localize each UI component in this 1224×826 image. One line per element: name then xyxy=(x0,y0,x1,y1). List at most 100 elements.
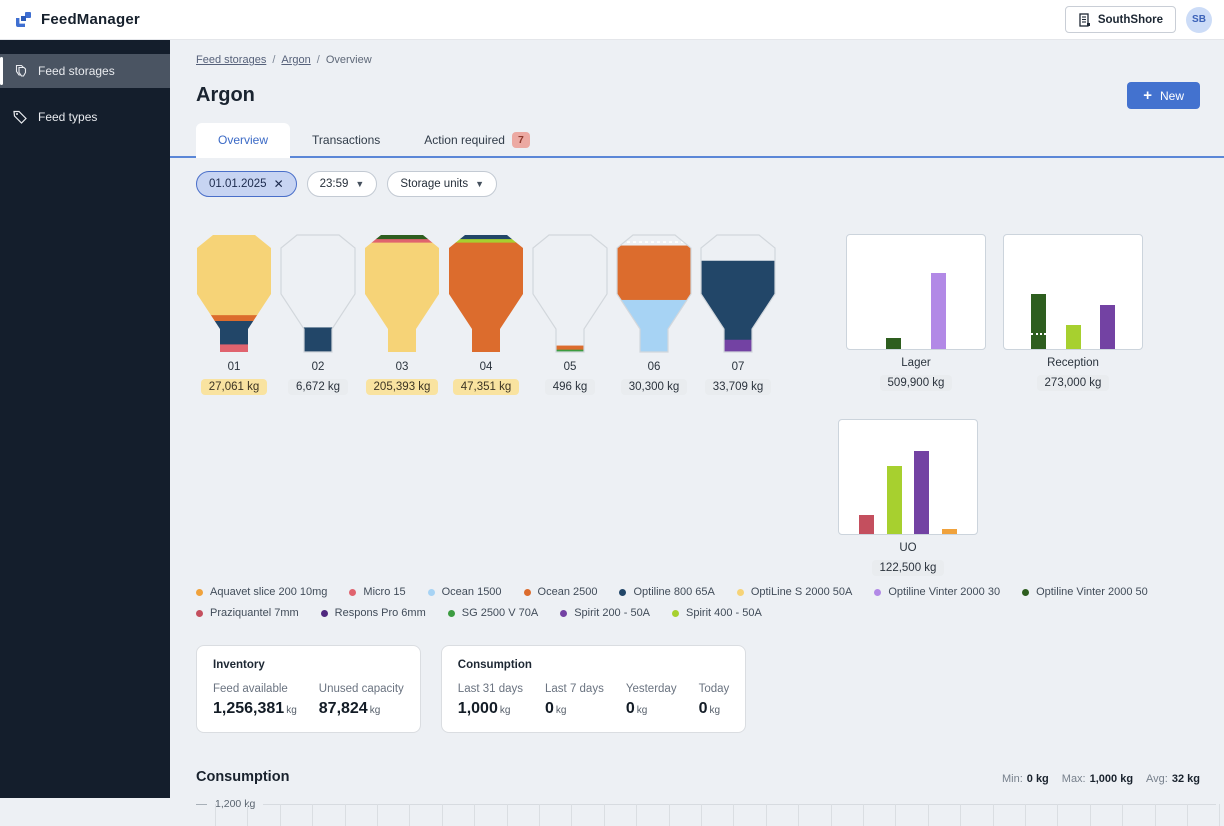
legend-label: Micro 15 xyxy=(363,586,405,598)
organization-label: SouthShore xyxy=(1098,14,1163,26)
consumption-stat: Min: 0 kg xyxy=(1002,773,1049,785)
tab-bar: Overview Transactions Action required 7 xyxy=(196,123,1200,158)
storage-label: Lager xyxy=(901,357,930,369)
legend-item[interactable]: Optiline 800 65A xyxy=(619,586,714,598)
metric-value: 0 kg xyxy=(699,700,730,718)
chart-gridline xyxy=(895,804,896,826)
storage-chart-col-reception: Reception 273,000 kg xyxy=(1003,234,1143,391)
tab-overview[interactable]: Overview xyxy=(196,123,290,158)
legend-label: Spirit 200 - 50A xyxy=(574,607,650,619)
metric-value: 1,000 kg xyxy=(458,700,523,718)
legend-label: Praziquantel 7mm xyxy=(210,607,299,619)
metric-label: Last 31 days xyxy=(458,683,523,695)
legend-color-dot xyxy=(524,589,531,596)
legend-item[interactable]: Ocean 2500 xyxy=(524,586,598,598)
chart-gridline xyxy=(1155,804,1156,826)
legend-color-dot xyxy=(321,610,328,617)
legend-label: Ocean 1500 xyxy=(442,586,502,598)
storage-chart[interactable] xyxy=(846,234,986,350)
tab-label: Action required xyxy=(424,133,505,147)
storage-label: Reception xyxy=(1047,357,1099,369)
legend-item[interactable]: Optiline Vinter 2000 30 xyxy=(874,586,1000,598)
chart-gridline xyxy=(474,804,475,826)
main-content: Feed storages / Argon / Overview Argon +… xyxy=(170,40,1224,798)
chart-gridline xyxy=(960,804,961,826)
sidebar-item-label: Feed types xyxy=(38,110,97,124)
sidebar-item-feed-storages[interactable]: Feed storages xyxy=(0,54,170,88)
silo-graphic xyxy=(280,234,356,354)
silo-unit-05[interactable]: 05 496 kg xyxy=(532,234,608,395)
silo-unit-06[interactable]: 06 30,300 kg xyxy=(616,234,692,395)
capacity-marker xyxy=(1031,333,1046,335)
legend-item[interactable]: Praziquantel 7mm xyxy=(196,607,299,619)
chart-gridline xyxy=(312,804,313,826)
chart-gridline xyxy=(247,804,248,826)
metric-label: Unused capacity xyxy=(319,683,404,695)
legend-item[interactable]: Spirit 200 - 50A xyxy=(560,607,650,619)
tab-action-required[interactable]: Action required 7 xyxy=(402,123,552,158)
legend-color-dot xyxy=(619,589,626,596)
silo-unit-04[interactable]: 04 47,351 kg xyxy=(448,234,524,395)
legend-item[interactable]: Micro 15 xyxy=(349,586,405,598)
storage-units-filter-chip[interactable]: Storage units ▼ xyxy=(387,171,497,197)
storage-chart[interactable] xyxy=(838,419,978,535)
legend-item[interactable]: Aquavet slice 200 10mg xyxy=(196,586,327,598)
silo-unit-02[interactable]: 02 6,672 kg xyxy=(280,234,356,395)
chart-gridline xyxy=(539,804,540,826)
silo-value-badge: 30,300 kg xyxy=(621,379,688,395)
stat-label: Avg: xyxy=(1146,773,1168,785)
top-bar: FeedManager SouthShore SB xyxy=(0,0,1224,40)
app-logo-icon xyxy=(14,10,33,29)
legend-label: Optiline Vinter 2000 30 xyxy=(888,586,1000,598)
consumption-section-header: Consumption Min: 0 kg Max: 1,000 kg Avg:… xyxy=(196,769,1200,785)
storage-chart[interactable] xyxy=(1003,234,1143,350)
chart-gridline xyxy=(377,804,378,826)
legend-item[interactable]: Respons Pro 6mm xyxy=(321,607,426,619)
chart-gridline xyxy=(215,804,216,826)
time-filter-chip[interactable]: 23:59 ▼ xyxy=(307,171,378,197)
app-title: FeedManager xyxy=(41,11,140,28)
organization-button[interactable]: SouthShore xyxy=(1065,6,1176,33)
tab-label: Overview xyxy=(218,133,268,147)
legend-color-dot xyxy=(874,589,881,596)
legend-item[interactable]: Ocean 1500 xyxy=(428,586,502,598)
feed-bar xyxy=(859,515,874,534)
breadcrumb-argon[interactable]: Argon xyxy=(281,54,310,66)
legend-item[interactable]: Spirit 400 - 50A xyxy=(672,607,762,619)
date-filter-chip[interactable]: 01.01.2025 ✕ xyxy=(196,171,297,197)
inventory-card: Inventory Feed available 1,256,381 kg Un… xyxy=(196,645,421,733)
legend-color-dot xyxy=(1022,589,1029,596)
consumption-card-title: Consumption xyxy=(458,659,729,671)
silo-unit-07[interactable]: 07 33,709 kg xyxy=(700,234,776,395)
metric-value: 0 kg xyxy=(626,700,677,718)
silo-value-badge: 496 kg xyxy=(545,379,596,395)
chart-gridline xyxy=(831,804,832,826)
silo-value-badge: 33,709 kg xyxy=(705,379,772,395)
tab-transactions[interactable]: Transactions xyxy=(290,123,402,158)
metric-label: Yesterday xyxy=(626,683,677,695)
silo-value-badge: 6,672 kg xyxy=(288,379,348,395)
silo-unit-01[interactable]: 01 27,061 kg xyxy=(196,234,272,395)
new-button[interactable]: + New xyxy=(1127,82,1200,109)
page-title: Argon xyxy=(196,84,255,107)
legend-item[interactable]: OptiLine S 2000 50A xyxy=(737,586,853,598)
silo-unit-03[interactable]: 03 205,393 kg xyxy=(364,234,440,395)
feed-bar xyxy=(1031,294,1046,349)
consumption-stats: Min: 0 kg Max: 1,000 kg Avg: 32 kg xyxy=(1002,773,1200,785)
silo-label: 05 xyxy=(564,361,577,373)
legend-item[interactable]: SG 2500 V 70A xyxy=(448,607,538,619)
feed-bar xyxy=(887,466,902,534)
legend-item[interactable]: Optiline Vinter 2000 50 xyxy=(1022,586,1148,598)
sidebar-item-feed-types[interactable]: Feed types xyxy=(0,100,170,134)
user-avatar[interactable]: SB xyxy=(1186,7,1212,33)
silo-label: 06 xyxy=(648,361,661,373)
chart-gridline xyxy=(733,804,734,826)
breadcrumb-feed-storages[interactable]: Feed storages xyxy=(196,54,266,66)
legend-color-dot xyxy=(672,610,679,617)
clear-date-icon[interactable]: ✕ xyxy=(274,177,284,191)
legend-label: OptiLine S 2000 50A xyxy=(751,586,853,598)
chart-gridline xyxy=(507,804,508,826)
silo-value-badge: 47,351 kg xyxy=(453,379,520,395)
legend-color-dot xyxy=(349,589,356,596)
consumption-stat: Avg: 32 kg xyxy=(1146,773,1200,785)
